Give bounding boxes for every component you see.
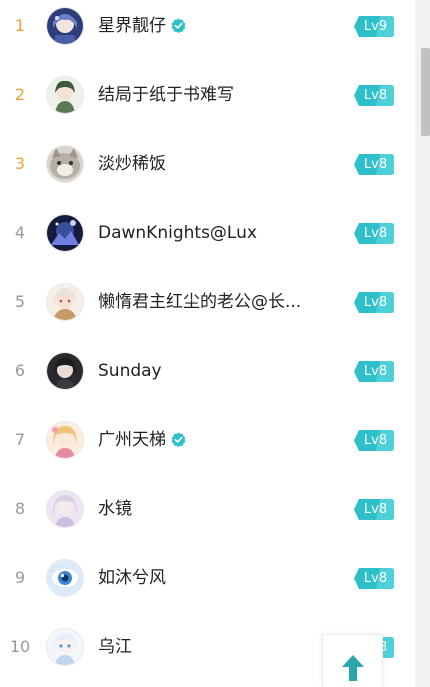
username-text[interactable]: 懒惰君主红尘的老公@长... xyxy=(98,292,301,312)
username[interactable]: 结局于纸于书难写 xyxy=(98,69,234,121)
avatar[interactable] xyxy=(47,77,83,113)
avatar[interactable] xyxy=(47,629,83,665)
username-text[interactable]: 乌江 xyxy=(98,637,132,657)
list-item[interactable]: 2 结局于纸于书难写 Lv8 xyxy=(0,69,415,138)
username-text[interactable]: Sunday xyxy=(98,361,162,381)
username[interactable]: 乌江 xyxy=(98,621,132,673)
username-text[interactable]: 星界靓仔 xyxy=(98,16,166,36)
list-item[interactable]: 7 广州天梯 Lv8 xyxy=(0,414,415,483)
username-text[interactable]: 水镜 xyxy=(98,499,132,519)
level-badge: Lv8 xyxy=(354,568,394,589)
username[interactable]: 广州天梯 xyxy=(98,414,186,466)
level-badge: Lv8 xyxy=(354,292,394,313)
rank-number: 4 xyxy=(14,223,26,242)
username[interactable]: 如沐兮风 xyxy=(98,552,166,604)
rank-number: 8 xyxy=(14,499,26,518)
username[interactable]: 懒惰君主红尘的老公@长... xyxy=(98,276,301,328)
avatar[interactable] xyxy=(47,422,83,458)
avatar[interactable] xyxy=(47,146,83,182)
username[interactable]: 水镜 xyxy=(98,483,132,535)
level-text: Lv8 xyxy=(363,88,388,103)
username[interactable]: 星界靓仔 xyxy=(98,0,186,52)
level-text: Lv8 xyxy=(363,157,388,172)
avatar[interactable] xyxy=(47,284,83,320)
rank-number: 10 xyxy=(9,637,31,656)
username[interactable]: DawnKnights@Lux xyxy=(98,207,257,259)
verified-check-icon xyxy=(171,432,186,447)
level-badge: Lv8 xyxy=(354,223,394,244)
level-text: Lv8 xyxy=(363,226,388,241)
rank-number: 6 xyxy=(14,361,26,380)
list-item[interactable]: 6 Sunday Lv8 xyxy=(0,345,415,414)
rank-number: 7 xyxy=(14,430,26,449)
level-text: Lv8 xyxy=(363,571,388,586)
level-badge: Lv8 xyxy=(354,499,394,520)
leaderboard-list: 1 星界靓仔 Lv9 2 结局于纸于书难写 Lv8 3 淡炒稀饭 Lv8 4 D… xyxy=(0,0,415,687)
rank-number: 2 xyxy=(14,85,26,104)
level-text: Lv8 xyxy=(363,433,388,448)
list-item[interactable]: 3 淡炒稀饭 Lv8 xyxy=(0,138,415,207)
level-badge: Lv8 xyxy=(354,430,394,451)
arrow-up-icon xyxy=(342,655,364,681)
rank-number: 5 xyxy=(14,292,26,311)
list-item[interactable]: 1 星界靓仔 Lv9 xyxy=(0,0,415,69)
level-text: Lv8 xyxy=(363,502,388,517)
username-text[interactable]: 如沐兮风 xyxy=(98,568,166,588)
avatar[interactable] xyxy=(47,560,83,596)
username[interactable]: 淡炒稀饭 xyxy=(98,138,166,190)
scrollbar-thumb[interactable] xyxy=(421,48,430,136)
avatar[interactable] xyxy=(47,491,83,527)
username[interactable]: Sunday xyxy=(98,345,162,397)
level-badge: Lv8 xyxy=(354,154,394,175)
list-item[interactable]: 5 懒惰君主红尘的老公@长... Lv8 xyxy=(0,276,415,345)
avatar[interactable] xyxy=(47,8,83,44)
level-text: Lv8 xyxy=(363,364,388,379)
level-text: Lv9 xyxy=(363,19,388,34)
rank-number: 1 xyxy=(14,16,26,35)
back-to-top-button[interactable] xyxy=(322,634,383,687)
level-badge: Lv9 xyxy=(354,16,394,37)
list-item[interactable]: 4 DawnKnights@Lux Lv8 xyxy=(0,207,415,276)
username-text[interactable]: 结局于纸于书难写 xyxy=(98,85,234,105)
rank-number: 3 xyxy=(14,154,26,173)
level-badge: Lv8 xyxy=(354,85,394,106)
level-text: Lv8 xyxy=(363,295,388,310)
level-badge: Lv8 xyxy=(354,361,394,382)
username-text[interactable]: DawnKnights@Lux xyxy=(98,223,257,243)
list-item[interactable]: 9 如沐兮风 Lv8 xyxy=(0,552,415,621)
list-item[interactable]: 8 水镜 Lv8 xyxy=(0,483,415,552)
rank-number: 9 xyxy=(14,568,26,587)
avatar[interactable] xyxy=(47,215,83,251)
username-text[interactable]: 淡炒稀饭 xyxy=(98,154,166,174)
username-text[interactable]: 广州天梯 xyxy=(98,430,166,450)
verified-check-icon xyxy=(171,18,186,33)
avatar[interactable] xyxy=(47,353,83,389)
